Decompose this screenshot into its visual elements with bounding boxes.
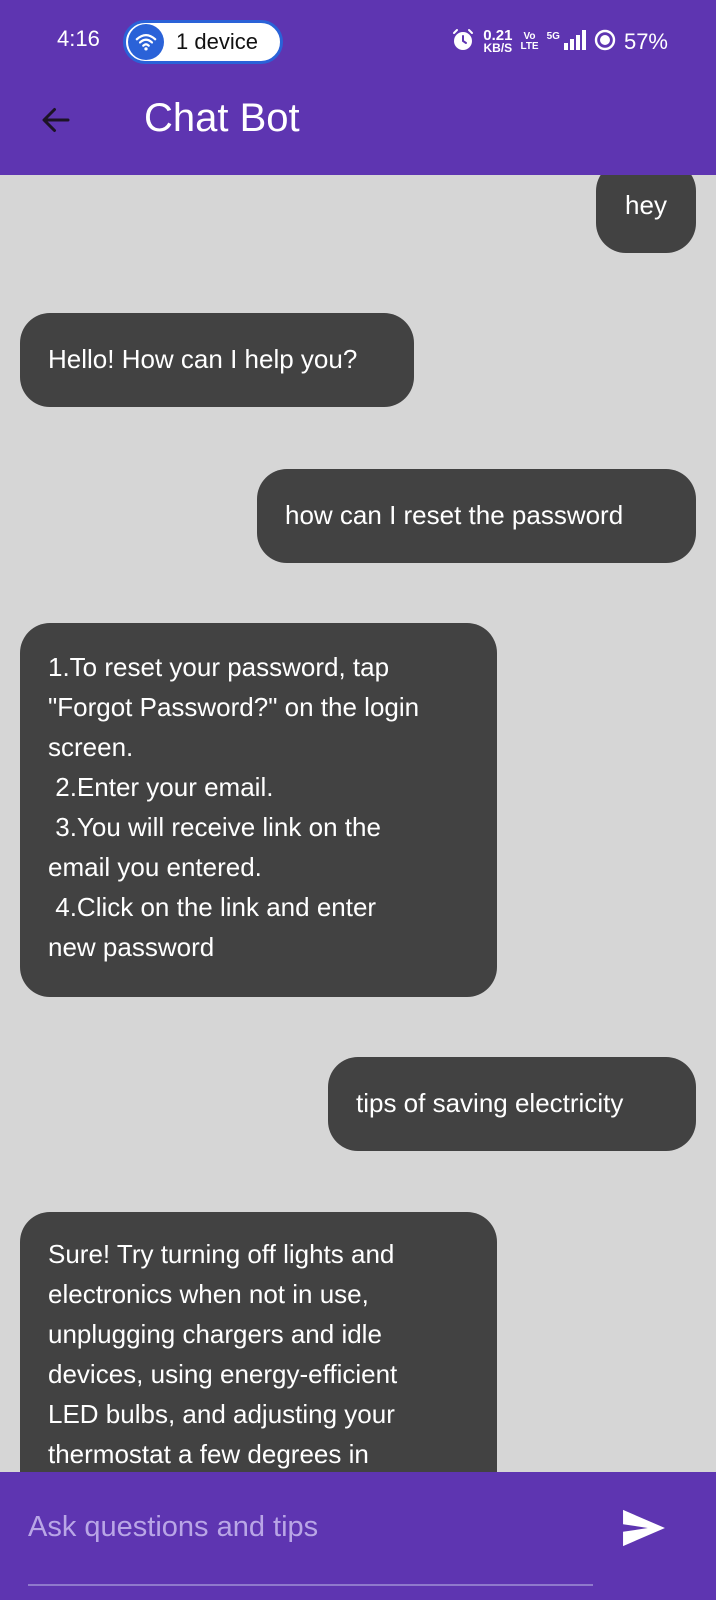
message-bot: Sure! Try turning off lights and electro… (20, 1212, 497, 1472)
message-user: tips of saving electricity (328, 1057, 696, 1151)
battery-percent: 57% (623, 29, 668, 54)
hotspot-device-label: 1 device (176, 29, 258, 54)
send-button[interactable] (614, 1500, 674, 1560)
status-icons: 0.21 KB/S Vo LTE 5G 57% (451, 24, 668, 60)
wifi-icon (128, 24, 164, 60)
message-text: Hello! How can I help you? (48, 344, 358, 374)
status-time: 4:16 (57, 26, 100, 51)
message-text: hey (625, 190, 667, 220)
send-icon (621, 1508, 667, 1553)
app-bar: Chat Bot (0, 84, 716, 175)
message-text: 1.To reset your password, tap "Forgot Pa… (48, 652, 420, 962)
message-bot: 1.To reset your password, tap "Forgot Pa… (20, 623, 497, 997)
back-button[interactable] (30, 96, 82, 148)
alarm-icon (451, 28, 475, 57)
message-bot: Hello! How can I help you? (20, 313, 414, 407)
message-text: how can I reset the password (285, 500, 624, 530)
input-underline (28, 1584, 593, 1586)
status-bar: 4:16 1 device 0.21 KB/S Vo LTE 5G 57% (0, 0, 716, 84)
network-speed: 0.21 KB/S (483, 27, 513, 55)
message-text: Sure! Try turning off lights and electro… (48, 1239, 398, 1469)
volte-indicator: Vo LTE (520, 31, 539, 52)
message-composer (0, 1472, 716, 1600)
message-user: hey (596, 175, 696, 253)
network-type: 5G (546, 30, 560, 42)
signal-icon (563, 29, 586, 55)
chat-messages[interactable]: hey Hello! How can I help you? how can I… (0, 175, 716, 1472)
arrow-left-icon (38, 102, 74, 143)
hotspot-device-pill[interactable]: 1 device (123, 20, 283, 64)
message-text: tips of saving electricity (356, 1088, 624, 1118)
page-title: Chat Bot (144, 96, 300, 140)
top-header: 4:16 1 device 0.21 KB/S Vo LTE 5G 57% Ch… (0, 0, 716, 175)
battery-icon (594, 29, 616, 56)
message-input[interactable] (28, 1494, 593, 1560)
message-user: how can I reset the password (257, 469, 696, 563)
